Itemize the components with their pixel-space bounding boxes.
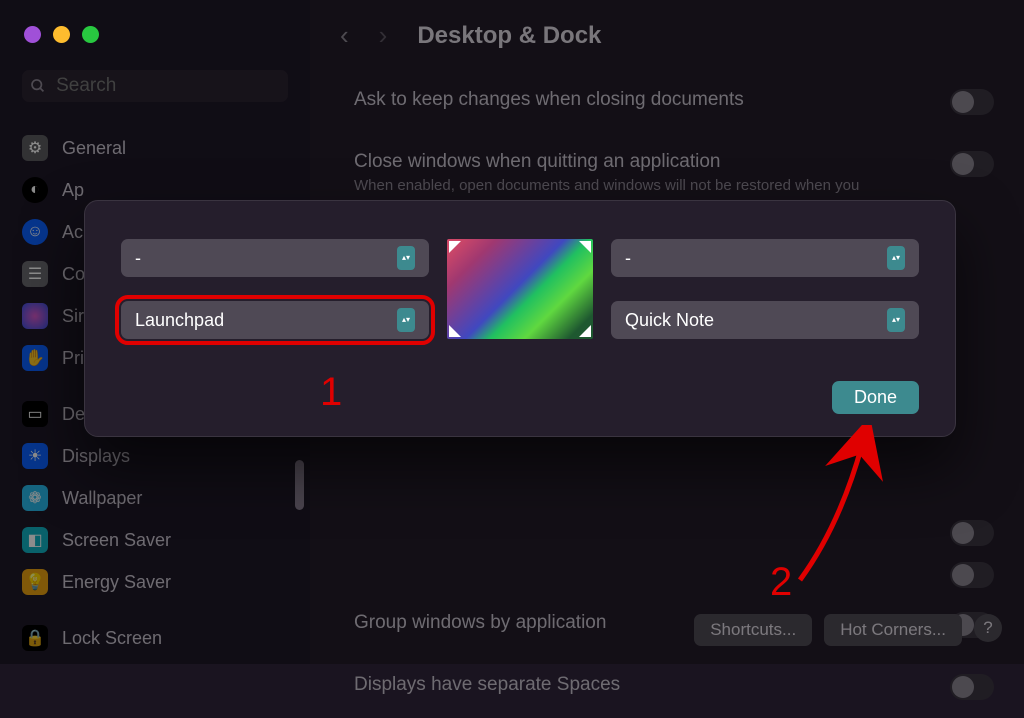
display-preview bbox=[447, 239, 593, 339]
sidebar-item-label: Pri bbox=[62, 348, 84, 369]
chevron-up-down-icon: ▴▾ bbox=[887, 246, 905, 270]
lock-icon: 🔒 bbox=[22, 625, 48, 651]
sidebar-item-displays[interactable]: ☀ Displays bbox=[0, 435, 310, 477]
sidebar-item-label: Wallpaper bbox=[62, 488, 142, 509]
chevron-up-down-icon: ▴▾ bbox=[887, 308, 905, 332]
sidebar-item-energy[interactable]: 💡 Energy Saver bbox=[0, 561, 310, 603]
maximize-window-button[interactable] bbox=[82, 26, 99, 43]
toggle-generic-2[interactable] bbox=[950, 562, 994, 588]
corner-marker-br-icon bbox=[579, 325, 591, 337]
toggle-separate-spaces[interactable] bbox=[950, 674, 994, 700]
hand-icon: ✋ bbox=[22, 345, 48, 371]
close-window-button[interactable] bbox=[24, 26, 41, 43]
desktop-icon: ▭ bbox=[22, 401, 48, 427]
sidebar-item-label: Lock Screen bbox=[62, 628, 162, 649]
search-input[interactable] bbox=[56, 75, 280, 97]
sidebar-item-label: De bbox=[62, 404, 85, 425]
screensaver-icon: ◧ bbox=[22, 527, 48, 553]
corner-marker-tr-icon bbox=[579, 241, 591, 253]
sidebar-item-label: Ac bbox=[62, 222, 83, 243]
hot-corners-modal: - ▴▾ - ▴▾ Launchpad ▴▾ Quick Note ▴▾ Don… bbox=[84, 200, 956, 437]
corner-select-bottom-left[interactable]: Launchpad ▴▾ bbox=[121, 301, 429, 339]
sidebar-item-screensaver[interactable]: ◧ Screen Saver bbox=[0, 519, 310, 561]
accessibility-icon: ☺ bbox=[22, 219, 48, 245]
corner-select-bottom-right[interactable]: Quick Note ▴▾ bbox=[611, 301, 919, 339]
hot-corners-button[interactable]: Hot Corners... bbox=[824, 614, 962, 646]
setting-ask-keep: Ask to keep changes when closing documen… bbox=[310, 71, 1024, 133]
footer-buttons: Shortcuts... Hot Corners... ? bbox=[694, 614, 1002, 646]
corner-value: - bbox=[135, 248, 141, 269]
toggle-close-windows[interactable] bbox=[950, 151, 994, 177]
wallpaper-icon: ❁ bbox=[22, 485, 48, 511]
corner-marker-tl-icon bbox=[449, 241, 461, 253]
main-header: ‹ › Desktop & Dock bbox=[310, 0, 1024, 71]
corner-marker-bl-icon bbox=[449, 325, 461, 337]
corner-value: - bbox=[625, 248, 631, 269]
sidebar-item-lock[interactable]: 🔒 Lock Screen bbox=[0, 617, 310, 659]
sidebar-item-label: Ap bbox=[62, 180, 84, 201]
help-button[interactable]: ? bbox=[974, 614, 1002, 642]
setting-label: Ask to keep changes when closing documen… bbox=[354, 89, 744, 111]
sidebar-item-label: General bbox=[62, 138, 126, 159]
search-icon bbox=[30, 77, 46, 95]
chevron-up-down-icon: ▴▾ bbox=[397, 308, 415, 332]
gear-icon: ⚙ bbox=[22, 135, 48, 161]
sliders-icon: ☰ bbox=[22, 261, 48, 287]
page-title: Desktop & Dock bbox=[417, 22, 601, 50]
setting-label: Close windows when quitting an applicati… bbox=[354, 151, 859, 173]
done-button[interactable]: Done bbox=[832, 381, 919, 414]
back-button[interactable]: ‹ bbox=[340, 20, 349, 51]
sidebar-item-label: Energy Saver bbox=[62, 572, 171, 593]
corner-value: Quick Note bbox=[625, 310, 714, 331]
search-box[interactable] bbox=[22, 70, 288, 102]
corner-select-top-right[interactable]: - ▴▾ bbox=[611, 239, 919, 277]
window-controls bbox=[24, 26, 99, 43]
shortcuts-button[interactable]: Shortcuts... bbox=[694, 614, 812, 646]
setting-label: Displays have separate Spaces bbox=[354, 674, 620, 696]
sidebar-item-wallpaper[interactable]: ❁ Wallpaper bbox=[0, 477, 310, 519]
sidebar-item-label: Co bbox=[62, 264, 85, 285]
sidebar-item-label: Displays bbox=[62, 446, 130, 467]
sidebar-item-general[interactable]: ⚙ General bbox=[0, 127, 310, 169]
corner-value: Launchpad bbox=[135, 310, 224, 331]
bulb-icon: 💡 bbox=[22, 569, 48, 595]
toggle-generic-1[interactable] bbox=[950, 520, 994, 546]
chevron-up-down-icon: ▴▾ bbox=[397, 246, 415, 270]
setting-label: Group windows by application bbox=[354, 612, 606, 634]
corner-select-top-left[interactable]: - ▴▾ bbox=[121, 239, 429, 277]
forward-button[interactable]: › bbox=[379, 20, 388, 51]
toggle-ask-keep[interactable] bbox=[950, 89, 994, 115]
sidebar-scrollbar[interactable] bbox=[295, 460, 304, 510]
sidebar-item-label: Sir bbox=[62, 306, 84, 327]
appearance-icon: ◐ bbox=[22, 177, 48, 203]
displays-icon: ☀ bbox=[22, 443, 48, 469]
setting-sublabel: When enabled, open documents and windows… bbox=[354, 177, 859, 194]
setting-separate-spaces: Displays have separate Spaces bbox=[310, 656, 1024, 718]
sidebar-item-label: Screen Saver bbox=[62, 530, 171, 551]
minimize-window-button[interactable] bbox=[53, 26, 70, 43]
siri-icon bbox=[22, 303, 48, 329]
